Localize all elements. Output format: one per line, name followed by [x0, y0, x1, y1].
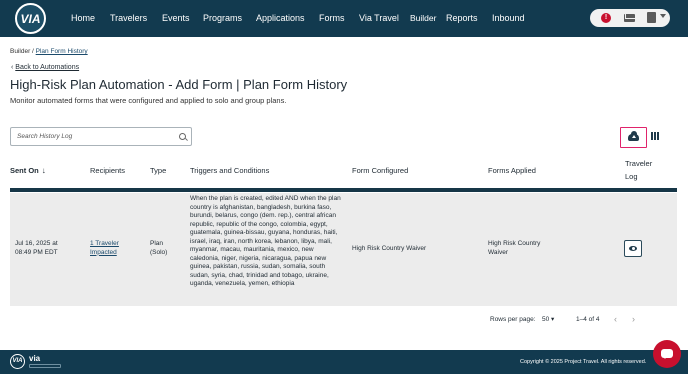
- cell-type: Plan (Solo): [150, 240, 185, 257]
- mail-icon[interactable]: [624, 14, 635, 22]
- breadcrumb-root[interactable]: Builder: [10, 48, 30, 55]
- footer-brand: via: [29, 354, 41, 363]
- table-header-divider: [10, 188, 677, 192]
- column-header-type: Type: [150, 166, 167, 175]
- column-header-triggers: Triggers and Conditions: [190, 166, 270, 175]
- nav-item-events[interactable]: Events: [162, 12, 190, 24]
- rows-per-page-select[interactable]: 50 ▾: [542, 315, 554, 324]
- pagination-range: 1–4 of 4: [576, 316, 600, 323]
- nav-item-programs[interactable]: Programs: [203, 12, 242, 24]
- column-header-recipients: Recipients: [90, 166, 126, 175]
- column-header-traveler: Traveler: [625, 159, 653, 168]
- cell-recipients[interactable]: 1 Traveler Impacted: [90, 240, 145, 257]
- cell-form-configured: High Risk Country Waiver: [352, 245, 427, 252]
- search-placeholder: Search History Log: [17, 133, 73, 140]
- footer-tagline-mark: [29, 364, 61, 368]
- cell-forms-applied: High Risk Country Waiver: [488, 240, 608, 257]
- nav-utility-group: !: [590, 9, 670, 27]
- top-nav: VIA Home Travelers Events Programs Appli…: [0, 0, 688, 37]
- search-icon[interactable]: [179, 133, 186, 140]
- nav-item-travelers[interactable]: Travelers: [110, 12, 147, 24]
- caret-down-icon: ▾: [549, 316, 555, 323]
- nav-item-via-travel[interactable]: Via Travel: [359, 12, 399, 24]
- column-header-form-configured: Form Configured: [352, 166, 409, 175]
- rows-per-page-label: Rows per page:: [490, 316, 536, 323]
- cell-type-line1: Plan: [150, 240, 164, 247]
- sort-down-icon[interactable]: ↓: [42, 166, 46, 176]
- cloud-download-icon: [628, 131, 639, 141]
- footer-copyright: Copyright © 2025 Project Travel. All rig…: [520, 359, 647, 365]
- recipients-link-line1[interactable]: 1 Traveler: [90, 240, 145, 249]
- page-title: High-Risk Plan Automation - Add Form | P…: [10, 77, 348, 92]
- nav-item-applications[interactable]: Applications: [256, 12, 305, 24]
- clipboard-icon[interactable]: [647, 12, 656, 23]
- cell-type-line2: (Solo): [150, 248, 168, 256]
- alert-icon[interactable]: !: [601, 13, 611, 23]
- recipients-link-line2[interactable]: Impacted: [90, 249, 145, 258]
- chat-button[interactable]: [653, 340, 681, 368]
- footer-logo: VIA: [10, 354, 25, 369]
- nav-item-builder[interactable]: Builder: [410, 12, 436, 24]
- via-logo[interactable]: VIA: [15, 3, 46, 34]
- cell-forms-applied-line1: High Risk Country: [488, 240, 541, 247]
- nav-item-reports[interactable]: Reports: [446, 12, 478, 24]
- column-header-log: Log: [625, 172, 638, 181]
- column-header-forms-applied: Forms Applied: [488, 166, 536, 175]
- back-link-text[interactable]: Back to Automations: [15, 64, 79, 71]
- next-page-button[interactable]: ›: [632, 314, 635, 324]
- columns-icon[interactable]: [651, 132, 659, 140]
- column-label-sent-on: Sent On: [10, 166, 39, 175]
- chat-icon: [661, 349, 673, 359]
- prev-page-button[interactable]: ‹: [614, 314, 617, 324]
- cell-sent-on-time: 08:49 PM EDT: [15, 248, 58, 256]
- eye-icon: [629, 246, 637, 251]
- search-input[interactable]: Search History Log: [10, 127, 192, 146]
- breadcrumb-current[interactable]: Plan Form History: [36, 48, 88, 55]
- cell-sent-on-date: Jul 16, 2025 at: [15, 240, 58, 247]
- page-subtitle: Monitor automated forms that were config…: [10, 96, 287, 105]
- chevron-down-icon[interactable]: [660, 14, 666, 18]
- cell-forms-applied-line2: Waiver: [488, 248, 508, 256]
- back-link[interactable]: ‹ Back to Automations: [11, 63, 79, 72]
- nav-item-forms[interactable]: Forms: [319, 12, 345, 24]
- export-button[interactable]: [620, 127, 647, 148]
- view-log-button[interactable]: [624, 240, 642, 257]
- breadcrumb: Builder / Plan Form History: [10, 48, 88, 56]
- footer: VIA via Copyright © 2025 Project Travel.…: [0, 350, 688, 374]
- column-header-sent-on[interactable]: Sent On ↓: [10, 166, 46, 176]
- logo-text: VIA: [20, 11, 41, 26]
- nav-item-inbound[interactable]: Inbound: [492, 12, 525, 24]
- nav-item-home[interactable]: Home: [71, 12, 95, 24]
- cell-triggers: When the plan is created, edited AND whe…: [190, 195, 341, 287]
- cell-sent-on: Jul 16, 2025 at 08:49 PM EDT: [15, 240, 85, 257]
